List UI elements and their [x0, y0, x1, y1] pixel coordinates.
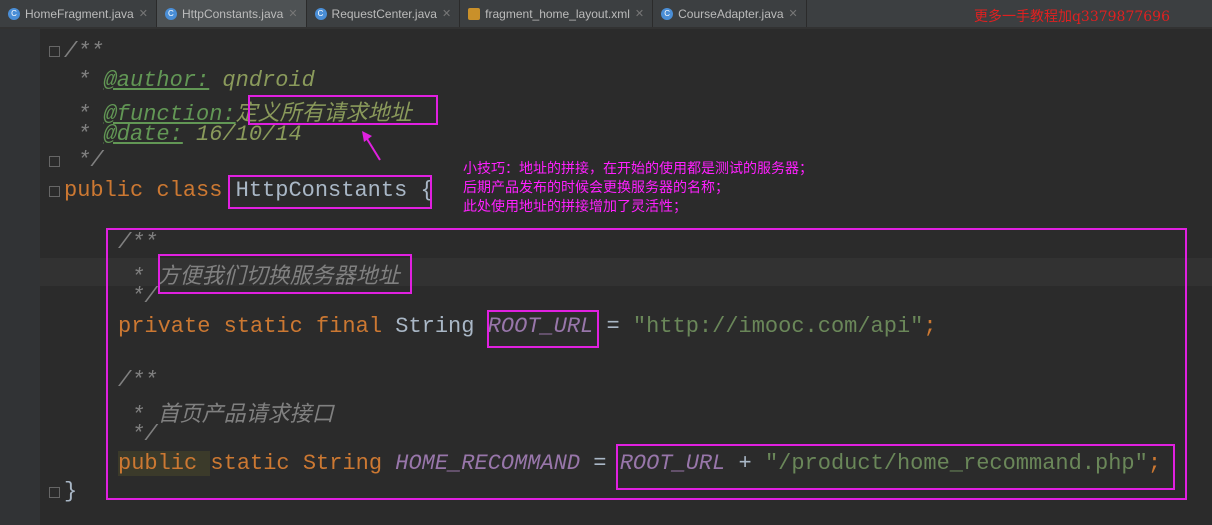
- tab-label: HttpConstants.java: [181, 6, 284, 21]
- annotation-box: [248, 95, 438, 125]
- tab-label: HomeFragment.java: [25, 6, 134, 21]
- tab-label: CourseAdapter.java: [678, 6, 784, 21]
- code-line: * @author: qndroid: [64, 68, 315, 93]
- tab-label: fragment_home_layout.xml: [485, 6, 630, 21]
- class-icon: C: [661, 7, 674, 20]
- tab-homefragment[interactable]: C HomeFragment.java ✕: [0, 0, 157, 27]
- tab-httpconstants[interactable]: C HttpConstants.java ✕: [156, 0, 307, 27]
- gutter: [0, 29, 40, 525]
- fold-icon[interactable]: [49, 156, 60, 167]
- close-icon[interactable]: ✕: [139, 7, 148, 20]
- class-icon: C: [164, 7, 177, 20]
- tab-fragment-home-layout[interactable]: fragment_home_layout.xml ✕: [460, 0, 654, 27]
- close-icon[interactable]: ✕: [442, 7, 451, 20]
- fold-icon[interactable]: [49, 186, 60, 197]
- class-icon: C: [8, 7, 20, 20]
- code-line: */: [64, 148, 104, 173]
- tab-courseadapter[interactable]: C CourseAdapter.java ✕: [653, 0, 807, 27]
- tab-requestcenter[interactable]: C RequestCenter.java ✕: [307, 0, 461, 27]
- code-line: }: [64, 479, 78, 504]
- code-line: * @date: 16/10/14: [64, 122, 302, 147]
- close-icon[interactable]: ✕: [789, 7, 798, 20]
- xml-icon: [468, 7, 481, 20]
- code-line: /**: [64, 39, 104, 64]
- annotation-box: [487, 310, 599, 348]
- fold-icon[interactable]: [49, 46, 60, 57]
- arrow-icon: [362, 131, 381, 161]
- close-icon[interactable]: ✕: [635, 7, 644, 20]
- annotation-box: [158, 254, 412, 294]
- class-icon: C: [314, 7, 327, 20]
- tab-label: RequestCenter.java: [331, 6, 437, 21]
- annotation-note: 小技巧：地址的拼接，在开始的使用都是测试的服务器； 后期产品发布的时候会更换服务器…: [463, 161, 813, 215]
- annotation-box: [616, 444, 1175, 490]
- fold-icon[interactable]: [49, 487, 60, 498]
- promo-watermark: 更多一手教程加q3379877696: [973, 9, 1170, 25]
- close-icon[interactable]: ✕: [288, 7, 297, 20]
- annotation-box: [228, 175, 432, 209]
